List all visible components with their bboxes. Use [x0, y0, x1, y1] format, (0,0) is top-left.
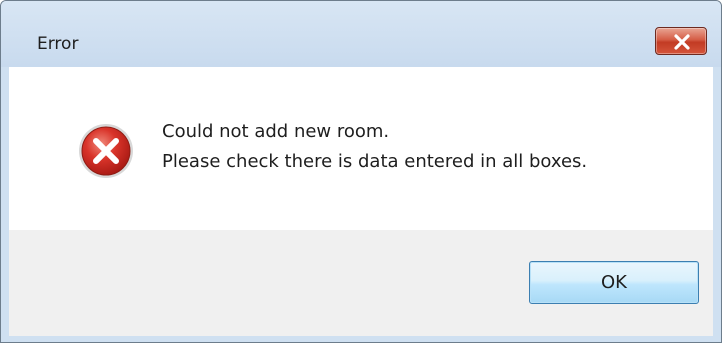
- error-message: Could not add new room. Please check the…: [162, 117, 587, 177]
- title-bar[interactable]: Error: [1, 1, 721, 67]
- window-title: Error: [37, 34, 79, 54]
- error-dialog: Error Could not add new room. Please che…: [0, 0, 722, 343]
- message-line-1: Could not add new room.: [162, 121, 390, 142]
- message-area: Could not add new room. Please check the…: [9, 67, 713, 230]
- close-icon: [674, 34, 690, 50]
- message-line-2: Please check there is data entered in al…: [162, 151, 588, 172]
- error-icon: [79, 124, 133, 178]
- ok-button[interactable]: OK: [529, 261, 699, 304]
- button-bar: OK: [9, 230, 713, 336]
- close-button[interactable]: [655, 27, 707, 55]
